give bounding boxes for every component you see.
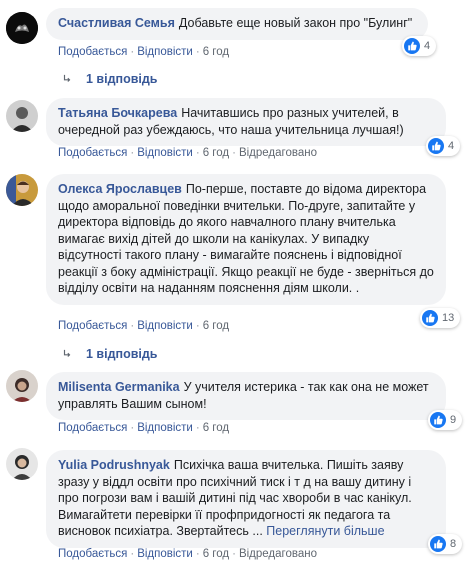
like-link[interactable]: Подобається (58, 422, 127, 434)
comment-time[interactable]: 6 год (203, 548, 229, 560)
avatar-image (6, 174, 38, 206)
view-replies-link[interactable]: 1 відповідь (62, 72, 157, 86)
reaction-count[interactable]: 4 (426, 136, 461, 156)
comment-author[interactable]: Milisenta Germanika (58, 380, 180, 394)
avatar[interactable] (6, 12, 38, 44)
avatar-image (6, 370, 38, 402)
comment-time[interactable]: 6 год (203, 46, 229, 58)
like-link[interactable]: Подобається (58, 147, 127, 159)
reply-link[interactable]: Відповісти (137, 422, 193, 434)
avatar-image (6, 448, 38, 480)
comment-author[interactable]: Yulia Podrushnyak (58, 458, 170, 472)
comment-text: По-перше, поставте до відома директора щ… (58, 182, 434, 295)
reaction-number: 9 (450, 414, 457, 426)
comment-bubble: Татьяна Бочкарева Начитавшись про разных … (46, 98, 446, 146)
like-icon (430, 412, 446, 428)
reaction-number: 4 (424, 40, 431, 52)
reply-link[interactable]: Відповісти (137, 320, 193, 332)
like-link[interactable]: Подобається (58, 548, 127, 560)
see-more-link[interactable]: Переглянути більше (266, 524, 384, 538)
reply-link[interactable]: Відповісти (137, 46, 193, 58)
reaction-count[interactable]: 13 (420, 308, 461, 328)
edited-label[interactable]: Відредаговано (239, 147, 317, 159)
comment-bubble: Yulia Podrushnyak Психічка ваша вчителька… (46, 450, 446, 548)
reaction-number: 13 (442, 312, 455, 324)
avatar[interactable] (6, 448, 38, 480)
reply-arrow-icon (63, 349, 71, 357)
comment-author[interactable]: Татьяна Бочкарева (58, 106, 177, 120)
like-icon (430, 536, 446, 552)
avatar-image (6, 100, 38, 132)
avatar[interactable] (6, 370, 38, 402)
reaction-number: 4 (448, 140, 455, 152)
comment-bubble: Milisenta Germanika У учителя истерика - … (46, 372, 446, 420)
like-icon (428, 138, 444, 154)
avatar[interactable] (6, 100, 38, 132)
view-replies-link[interactable]: 1 відповідь (62, 347, 157, 361)
reaction-count[interactable]: 9 (428, 410, 463, 430)
comment-time[interactable]: 6 год (203, 147, 229, 159)
avatar[interactable] (6, 174, 38, 206)
replies-count: 1 відповідь (86, 347, 158, 361)
comment-author[interactable]: Счастливая Семья (58, 16, 175, 30)
reply-link[interactable]: Відповісти (137, 147, 193, 159)
comment-bubble: Олекса Ярославцев По-перше, поставте до в… (46, 174, 446, 305)
replies-count: 1 відповідь (86, 72, 158, 86)
avatar-image (6, 12, 38, 44)
comment-text: Добавьте еще новый закон про "Булинг" (178, 16, 413, 30)
comment-actions: Подобається · Відповісти · 6 год · Відредагова… (58, 147, 317, 159)
like-link[interactable]: Подобається (58, 46, 127, 58)
like-icon (422, 310, 438, 326)
reaction-count[interactable]: 8 (428, 534, 463, 554)
comment-actions: Подобається · Відповісти · 6 год · Відредагова… (58, 548, 317, 560)
comment-time[interactable]: 6 год (203, 320, 229, 332)
comment-bubble: Счастливая Семья Добавьте еще новый закон… (46, 8, 428, 40)
edited-label[interactable]: Відредаговано (239, 548, 317, 560)
comment-actions: Подобається · Відповісти · 6 год (58, 320, 230, 332)
reply-arrow-icon (63, 74, 71, 82)
like-icon (404, 38, 420, 54)
reaction-count[interactable]: 4 (402, 36, 437, 56)
reply-link[interactable]: Відповісти (137, 548, 193, 560)
reaction-number: 8 (450, 538, 457, 550)
like-link[interactable]: Подобається (58, 320, 127, 332)
comment-author[interactable]: Олекса Ярославцев (58, 182, 182, 196)
comment-actions: Подобається · Відповісти · 6 год (58, 422, 230, 434)
comment-actions: Подобається · Відповісти · 6 год (58, 46, 230, 58)
comment-time[interactable]: 6 год (203, 422, 229, 434)
